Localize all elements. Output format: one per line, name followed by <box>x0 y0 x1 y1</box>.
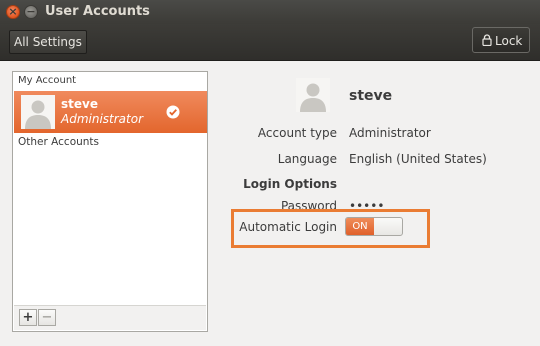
lock-button[interactable]: Lock <box>472 27 530 53</box>
user-avatar-large[interactable] <box>296 78 330 112</box>
list-toolbar: + − <box>14 305 206 330</box>
switch-on-label: ON <box>346 218 374 235</box>
accounts-list-panel: My Account steve Administrator Other Acc… <box>12 71 208 332</box>
all-settings-button[interactable]: All Settings <box>9 30 87 54</box>
account-type-value[interactable]: Administrator <box>349 126 431 140</box>
automatic-login-switch[interactable]: ON <box>345 217 403 236</box>
my-account-heading: My Account <box>18 75 77 86</box>
lock-label: Lock <box>495 34 523 48</box>
close-window-button[interactable]: × <box>6 5 20 19</box>
account-type-label: Account type <box>257 126 337 140</box>
avatar <box>21 95 55 129</box>
add-user-button[interactable]: + <box>19 309 37 326</box>
other-accounts-heading: Other Accounts <box>18 136 100 148</box>
automatic-login-label: Automatic Login <box>239 220 337 234</box>
toolbar: All Settings Lock <box>0 24 540 61</box>
minimize-window-button[interactable]: − <box>24 5 38 19</box>
user-row-steve[interactable]: steve Administrator <box>14 91 207 133</box>
lock-icon <box>482 34 492 46</box>
language-label: Language <box>277 152 337 166</box>
login-options-heading: Login Options <box>243 177 337 191</box>
user-name: steve <box>61 97 98 111</box>
language-value[interactable]: English (United States) <box>349 152 487 166</box>
minimize-icon: − <box>26 5 36 18</box>
logged-in-check-icon <box>166 105 180 119</box>
user-role: Administrator <box>61 112 144 126</box>
window-title: User Accounts <box>45 4 150 19</box>
close-icon: × <box>8 5 18 18</box>
title-bar: × − User Accounts <box>0 0 540 24</box>
user-full-name[interactable]: steve <box>349 88 392 104</box>
remove-user-button[interactable]: − <box>38 309 56 326</box>
